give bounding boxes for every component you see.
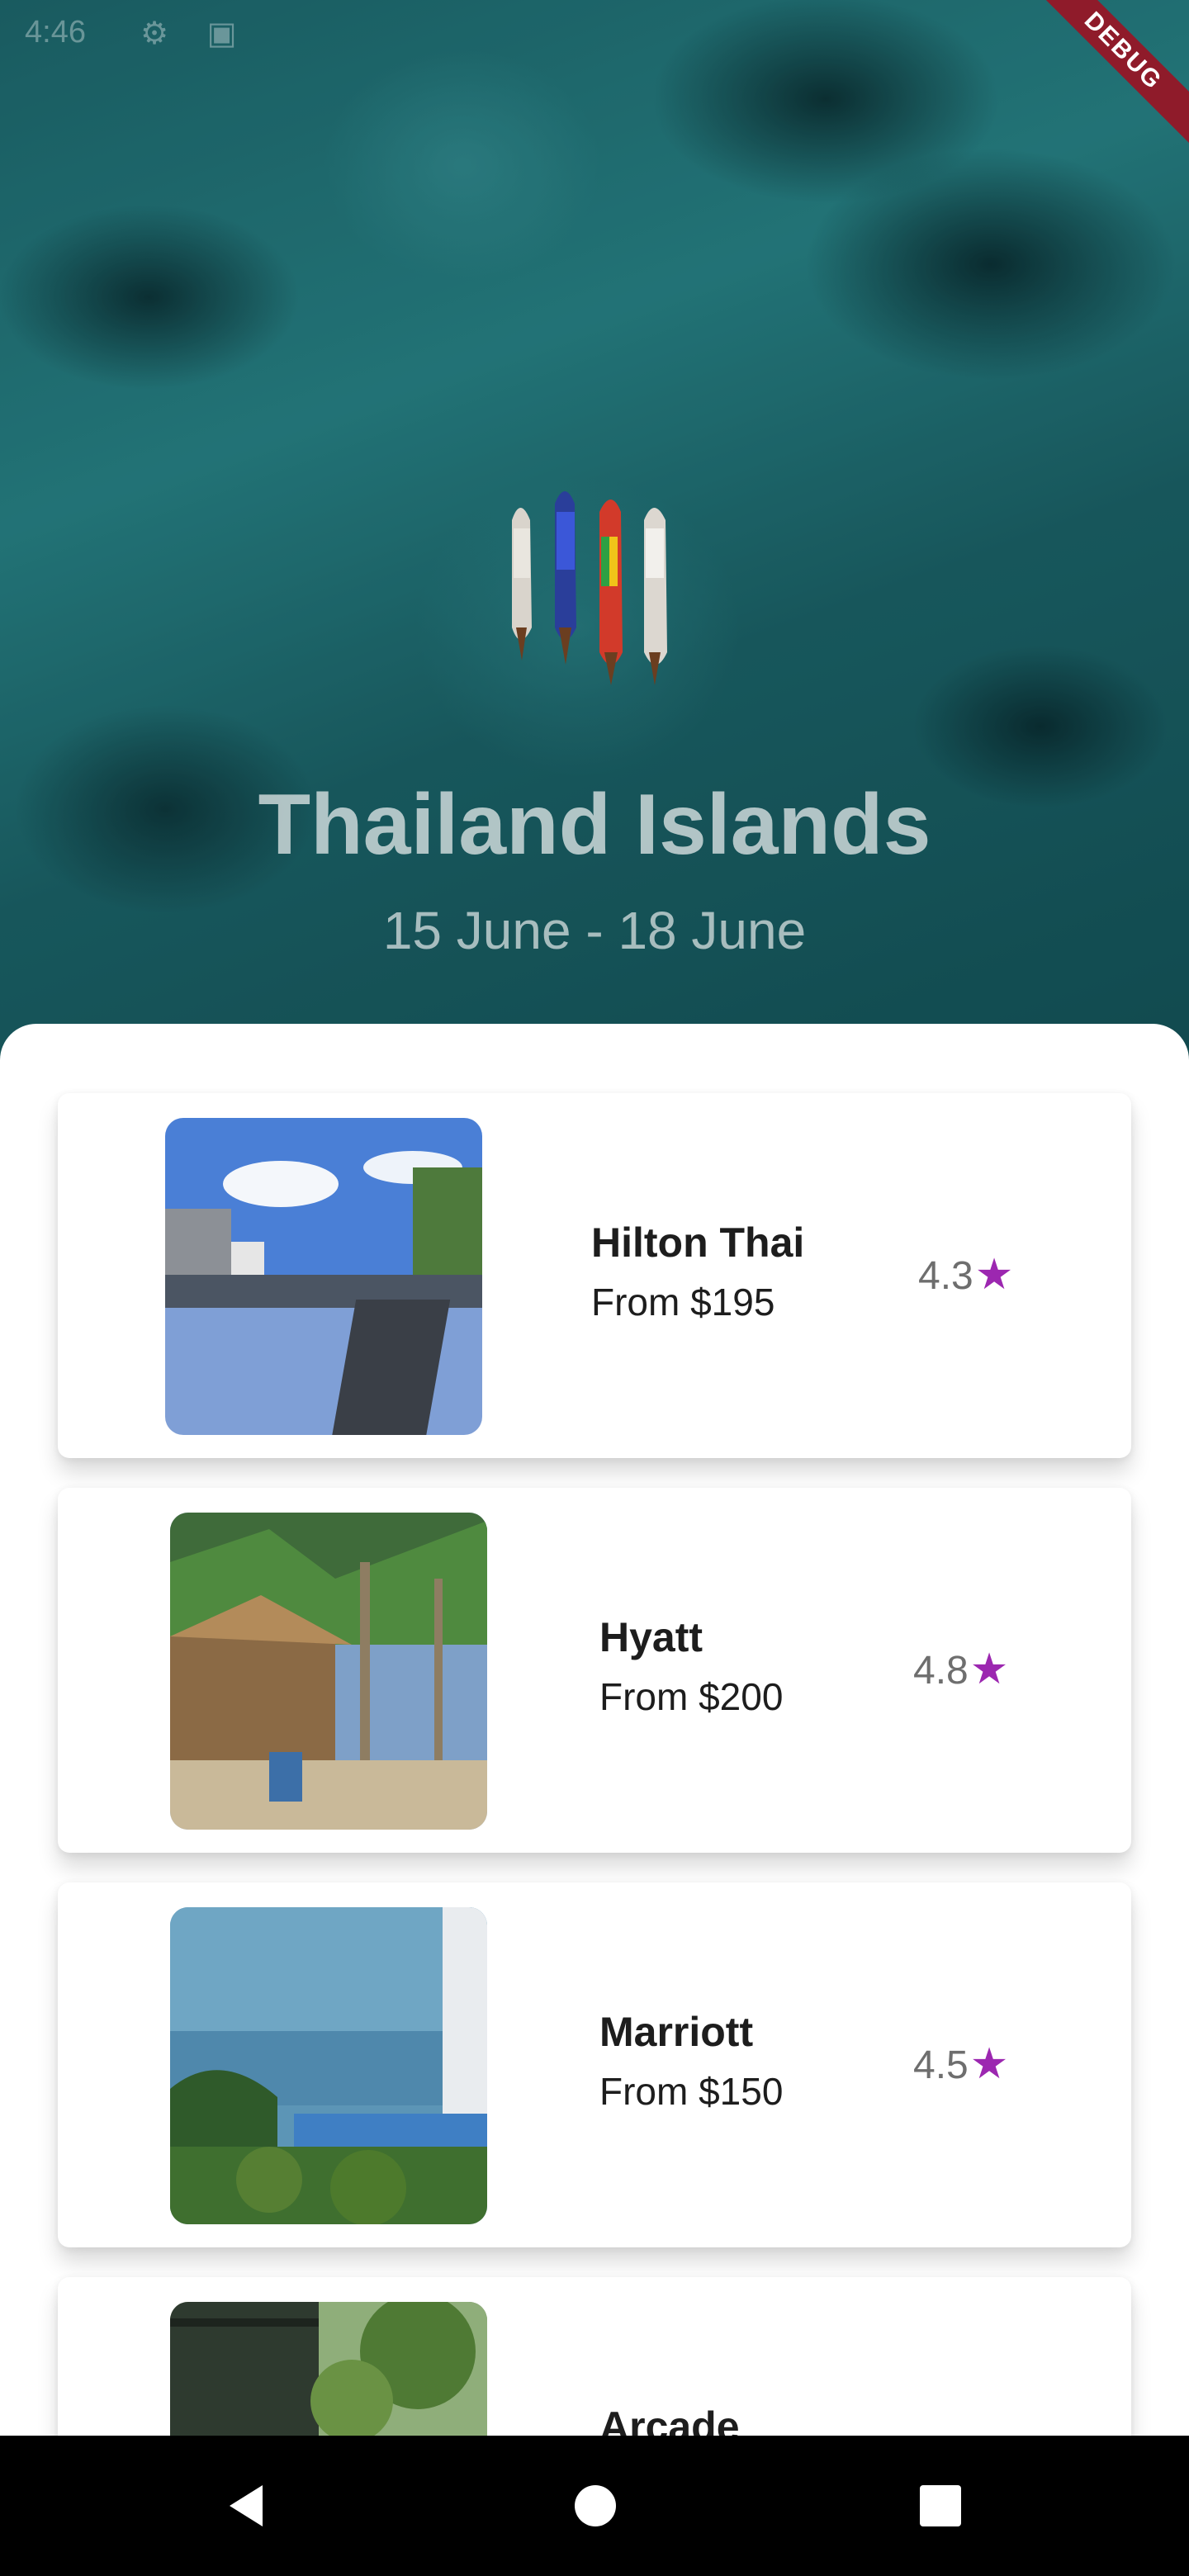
hotel-name: Marriott <box>599 2009 754 2055</box>
status-icons: ⚙ ▣ <box>140 17 252 51</box>
rating-value: 4.5 <box>913 2043 969 2087</box>
beach-hut-palms-photo <box>170 1513 487 1830</box>
hotel-price: From $195 <box>591 1281 775 1324</box>
hotel-card[interactable]: Arcade <box>58 2277 1131 2444</box>
pool-resort-photo <box>165 1118 482 1435</box>
hotel-rating: 4.5★ <box>913 2039 1008 2089</box>
hero-banner: Thailand Islands 15 June - 18 June <box>0 0 1189 1090</box>
hotel-name: Hyatt <box>599 1614 703 1660</box>
hotel-name: Hilton Thai <box>591 1219 805 1266</box>
sea-view-pool-photo <box>170 1907 487 2224</box>
status-bar: 4:46 ⚙ ▣ <box>0 0 1189 69</box>
hotel-rating: 4.3★ <box>918 1250 1013 1300</box>
hotel-photo <box>170 1513 487 1830</box>
hotel-card[interactable]: Hyatt From $200 4.8★ <box>58 1488 1131 1853</box>
home-icon[interactable] <box>566 2477 624 2535</box>
hotel-list-sheet[interactable]: Hilton Thai From $195 4.3★ Hyatt From $2… <box>0 1024 1189 2444</box>
longtail-boats-image <box>512 491 667 685</box>
system-navigation-bar <box>0 2436 1189 2576</box>
hotel-card[interactable]: Marriott From $150 4.5★ <box>58 1882 1131 2247</box>
recents-icon[interactable] <box>912 2477 969 2535</box>
rating-value: 4.8 <box>913 1649 969 1693</box>
garden-terrace-photo <box>170 2302 487 2444</box>
rating-value: 4.3 <box>918 1254 973 1298</box>
destination-title: Thailand Islands <box>258 777 931 873</box>
hotel-card[interactable]: Hilton Thai From $195 4.3★ <box>58 1093 1131 1458</box>
star-icon: ★ <box>969 1646 1009 1693</box>
back-icon[interactable] <box>220 2477 277 2535</box>
hotel-photo <box>165 1118 482 1435</box>
hotel-price: From $200 <box>599 1675 784 1718</box>
hotel-rating: 4.8★ <box>913 1645 1008 1694</box>
star-icon: ★ <box>969 2040 1009 2088</box>
star-icon: ★ <box>974 1251 1014 1299</box>
hotel-price: From $150 <box>599 2070 784 2113</box>
hotel-photo <box>170 2302 487 2444</box>
trip-dates: 15 June - 18 June <box>382 901 807 960</box>
hotel-photo <box>170 1907 487 2224</box>
status-time: 4:46 <box>25 15 86 50</box>
